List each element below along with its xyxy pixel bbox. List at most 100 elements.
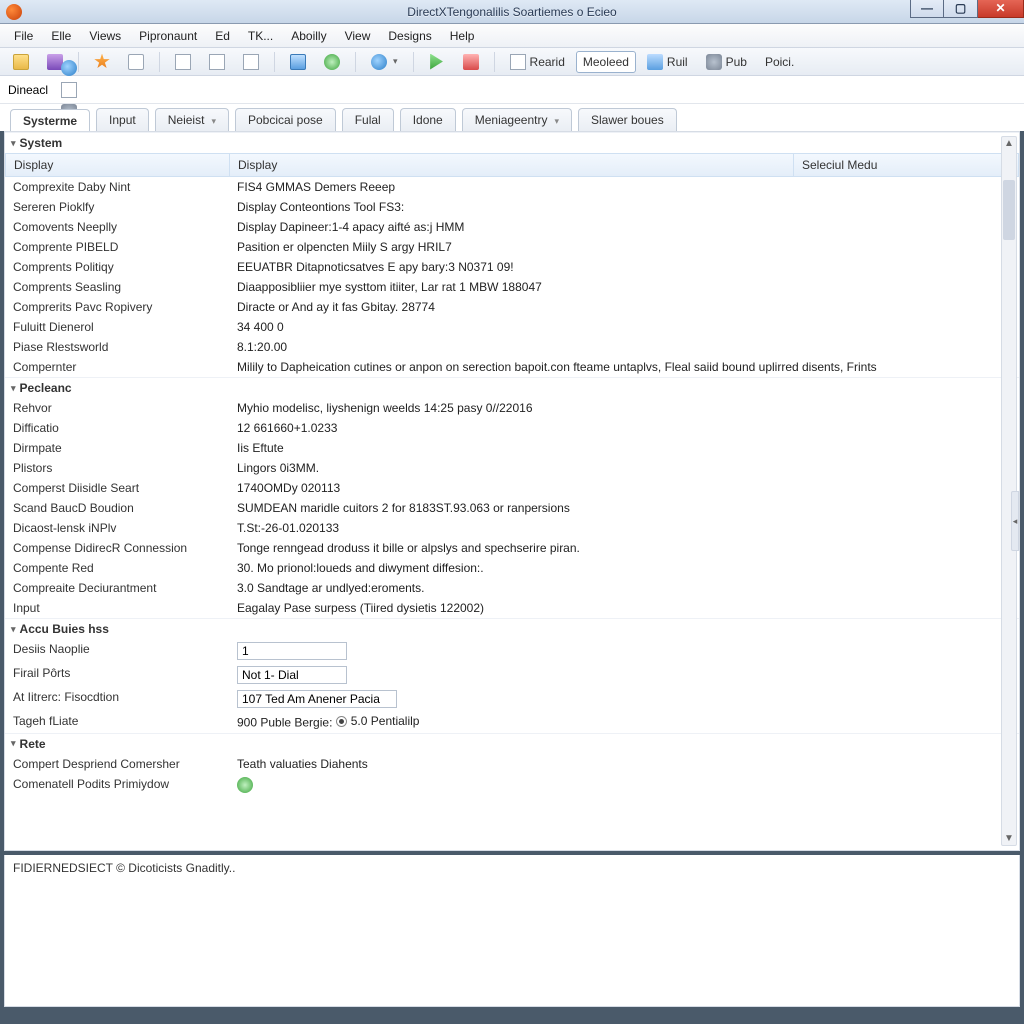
- toolbar2-btn-1[interactable]: [54, 79, 84, 101]
- property-name: Rehvor: [11, 400, 235, 416]
- scroll-thumb[interactable]: [1003, 180, 1015, 240]
- collapse-handle-icon[interactable]: ◂: [1011, 491, 1019, 551]
- secondary-toolbar: Dineacl: [0, 76, 1024, 104]
- menubar: FileElleViewsPipronauntEdTK...AboillyVie…: [0, 24, 1024, 48]
- property-name: At Iitrerc: Fisocdtion: [11, 689, 235, 709]
- toolbar-refresh-button[interactable]: [317, 51, 347, 73]
- column-header[interactable]: Seleciul Medu: [794, 154, 1018, 176]
- tabs-row: Systerme Input Neieist Pobcicai pose Fulal Id…: [0, 104, 1024, 131]
- toolbar-page1-button[interactable]: [168, 51, 198, 73]
- toolbar-ruil-button[interactable]: Ruil: [640, 51, 695, 73]
- scroll-up-icon[interactable]: ▲: [1003, 137, 1015, 150]
- property-row: Comprents SeaslingDiaapposibliier mye sy…: [5, 277, 1019, 297]
- tab-idone[interactable]: Idone: [400, 108, 456, 131]
- property-row: CompernterMilily to Dapheication cutines…: [5, 357, 1019, 377]
- property-name: Tageh fLiate: [11, 713, 235, 731]
- property-name: Comprents Seasling: [11, 279, 235, 295]
- property-value: 900 Puble Bergie: 5.0 Pentialilp: [235, 713, 1019, 731]
- property-value: Pasition er olpencten Miily S argy HRIL7: [235, 239, 1019, 255]
- menu-views[interactable]: Views: [81, 26, 129, 46]
- property-value: Iis Eftute: [235, 440, 1019, 456]
- radio-option[interactable]: 5.0 Pentialilp: [336, 714, 420, 728]
- column-header[interactable]: Display: [230, 154, 794, 176]
- menu-aboilly[interactable]: Aboilly: [283, 26, 334, 46]
- category-rete[interactable]: Rete: [5, 733, 1019, 754]
- window-controls: — ▢ ✕: [910, 0, 1024, 18]
- toolbar-open-button[interactable]: [6, 51, 36, 73]
- tab-slawerboues[interactable]: Slawer boues: [578, 108, 677, 131]
- toolbar-globe-button[interactable]: [364, 51, 405, 73]
- property-row: Comprerits Pavc RopiveryDiracte or And a…: [5, 297, 1019, 317]
- refresh-icon: [324, 54, 340, 70]
- menu-pipronaunt[interactable]: Pipronaunt: [131, 26, 205, 46]
- category-accubuieshss[interactable]: Accu Buies hss: [5, 618, 1019, 639]
- menu-view[interactable]: View: [337, 26, 379, 46]
- window-title: DirectXTengonalilis Soartiemes o Ecieo: [407, 5, 616, 19]
- property-name: Sereren Pioklfy: [11, 199, 235, 215]
- menu-designs[interactable]: Designs: [380, 26, 439, 46]
- close-button[interactable]: ✕: [978, 0, 1024, 18]
- red-icon: [463, 54, 479, 70]
- toolbar-tab-button[interactable]: [121, 51, 151, 73]
- property-input[interactable]: [237, 642, 347, 660]
- chevron-down-icon: [551, 113, 559, 127]
- property-value: 34 400 0: [235, 319, 1019, 335]
- menu-help[interactable]: Help: [442, 26, 483, 46]
- disk-icon: [290, 54, 306, 70]
- property-row: Difficatio12 661660+1.0233: [5, 418, 1019, 438]
- property-value: Diaapposibliier mye systtom itiiter, Lar…: [235, 279, 1019, 295]
- maximize-button[interactable]: ▢: [944, 0, 978, 18]
- toolbar2-btn-0[interactable]: [54, 57, 84, 79]
- toolbar-separator: [274, 52, 275, 72]
- scroll-down-icon[interactable]: ▼: [1003, 832, 1015, 845]
- property-row: InputEagalay Pase surpess (Tiired dysiet…: [5, 598, 1019, 618]
- toolbar-rearid-button[interactable]: Rearid: [503, 51, 572, 73]
- category-pecleanc[interactable]: Pecleanc: [5, 377, 1019, 398]
- property-name: Desiis Naoplie: [11, 641, 235, 661]
- property-name: Comperst Diisidle Seart: [11, 480, 235, 496]
- property-name: Input: [11, 600, 235, 616]
- toolbar-page3-button[interactable]: [236, 51, 266, 73]
- toolbar-ruil-label: Ruil: [667, 55, 688, 69]
- property-value: Myhio modelisc, liyshenign weelds 14:25 …: [235, 400, 1019, 416]
- radio-prefix: 900 Puble Bergie:: [237, 716, 336, 730]
- minimize-button[interactable]: —: [910, 0, 944, 18]
- property-value: 30. Mo prionol:loueds and diwyment diffe…: [235, 560, 1019, 576]
- tab-meniageentry[interactable]: Meniageentry: [462, 108, 572, 131]
- property-name: Compreaite Deciurantment: [11, 580, 235, 596]
- tab-label: Idone: [413, 113, 443, 127]
- toolbar-meoled-button[interactable]: Meoleed: [576, 51, 636, 73]
- toolbar-star-button[interactable]: [87, 51, 117, 73]
- property-value: T.St:-26-01.020133: [235, 520, 1019, 536]
- tab-neieist[interactable]: Neieist: [155, 108, 229, 131]
- main-toolbar: RearidMeoleed Ruil PubPoici.: [0, 48, 1024, 76]
- menu-file[interactable]: File: [6, 26, 41, 46]
- toolbar-disk-button[interactable]: [283, 51, 313, 73]
- tab-input[interactable]: Input: [96, 108, 149, 131]
- property-input[interactable]: [237, 666, 347, 684]
- property-name: Firail Pôrts: [11, 665, 235, 685]
- menu-elle[interactable]: Elle: [43, 26, 79, 46]
- property-input[interactable]: [237, 690, 397, 708]
- menu-ed[interactable]: Ed: [207, 26, 238, 46]
- toolbar-pub-button[interactable]: Pub: [699, 51, 754, 73]
- tab-systerme[interactable]: Systerme: [10, 109, 90, 132]
- property-name: Piase Rlestsworld: [11, 339, 235, 355]
- property-row: Compente Red30. Mo prionol:loueds and di…: [5, 558, 1019, 578]
- property-row: Compert Despriend ComersherTeath valuati…: [5, 754, 1019, 774]
- toolbar-poici-button[interactable]: Poici.: [758, 51, 801, 73]
- column-header[interactable]: Display: [6, 154, 230, 176]
- property-value: [235, 776, 1019, 794]
- category-system[interactable]: System: [5, 132, 1019, 153]
- property-row: Comprents PolitiqyEEUATBR Ditapnoticsatv…: [5, 257, 1019, 277]
- property-row: Piase Rlestsworld8.1:20.00: [5, 337, 1019, 357]
- star-icon: [94, 54, 110, 70]
- tab-fulal[interactable]: Fulal: [342, 108, 394, 131]
- tab-pobcicaipose[interactable]: Pobcicai pose: [235, 108, 336, 131]
- toolbar-red-button[interactable]: [456, 51, 486, 73]
- property-name: Comprente PIBELD: [11, 239, 235, 255]
- toolbar-page2-button[interactable]: [202, 51, 232, 73]
- titlebar: DirectXTengonalilis Soartiemes o Ecieo —…: [0, 0, 1024, 24]
- toolbar-play-button[interactable]: [422, 51, 452, 73]
- menu-tk[interactable]: TK...: [240, 26, 281, 46]
